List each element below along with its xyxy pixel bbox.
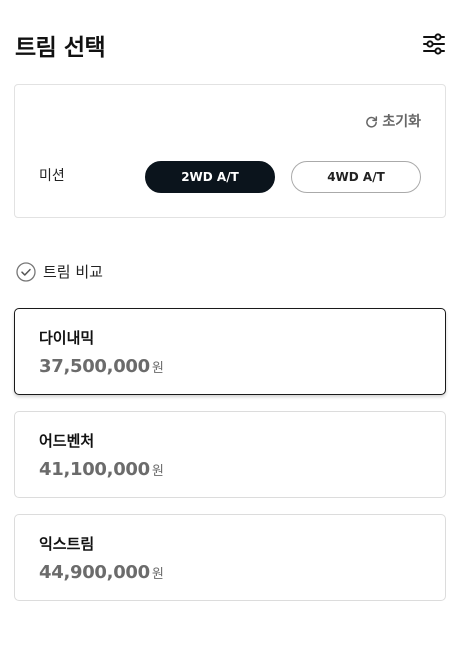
mission-label: 미션 [39,168,65,184]
trim-name: 어드벤처 [39,432,95,450]
reset-label: 초기화 [382,114,421,130]
trim-price: 41,100,000 원 [39,459,164,480]
price-unit: 원 [151,567,164,582]
trim-name: 다이내믹 [39,329,95,347]
mission-option-4wd[interactable]: 4WD A/T [291,161,421,193]
refresh-icon [366,116,378,128]
price-unit: 원 [151,361,164,376]
trim-price: 37,500,000 원 [39,356,164,377]
header: 트림 선택 [0,0,475,90]
mission-option-2wd[interactable]: 2WD A/T [145,161,275,193]
trim-price: 44,900,000 원 [39,562,164,583]
price-value: 37,500,000 [39,356,150,377]
price-value: 44,900,000 [39,562,150,583]
compare-label: 트림 비교 [43,263,103,281]
filter-button[interactable] [420,30,448,58]
sliders-icon [423,33,445,55]
reset-button[interactable]: 초기화 [365,111,421,131]
trim-card-dynamic[interactable]: 다이내믹 37,500,000 원 [14,308,446,395]
option-panel: 초기화 미션 2WD A/T 4WD A/T [14,84,446,218]
trim-compare-toggle[interactable]: 트림 비교 [16,261,103,282]
check-circle-icon [16,261,36,282]
price-unit: 원 [151,464,164,479]
trim-card-extreme[interactable]: 익스트림 44,900,000 원 [14,514,446,601]
trim-card-adventure[interactable]: 어드벤처 41,100,000 원 [14,411,446,498]
price-value: 41,100,000 [39,459,150,480]
page-title: 트림 선택 [15,35,106,61]
trim-name: 익스트림 [39,535,95,553]
